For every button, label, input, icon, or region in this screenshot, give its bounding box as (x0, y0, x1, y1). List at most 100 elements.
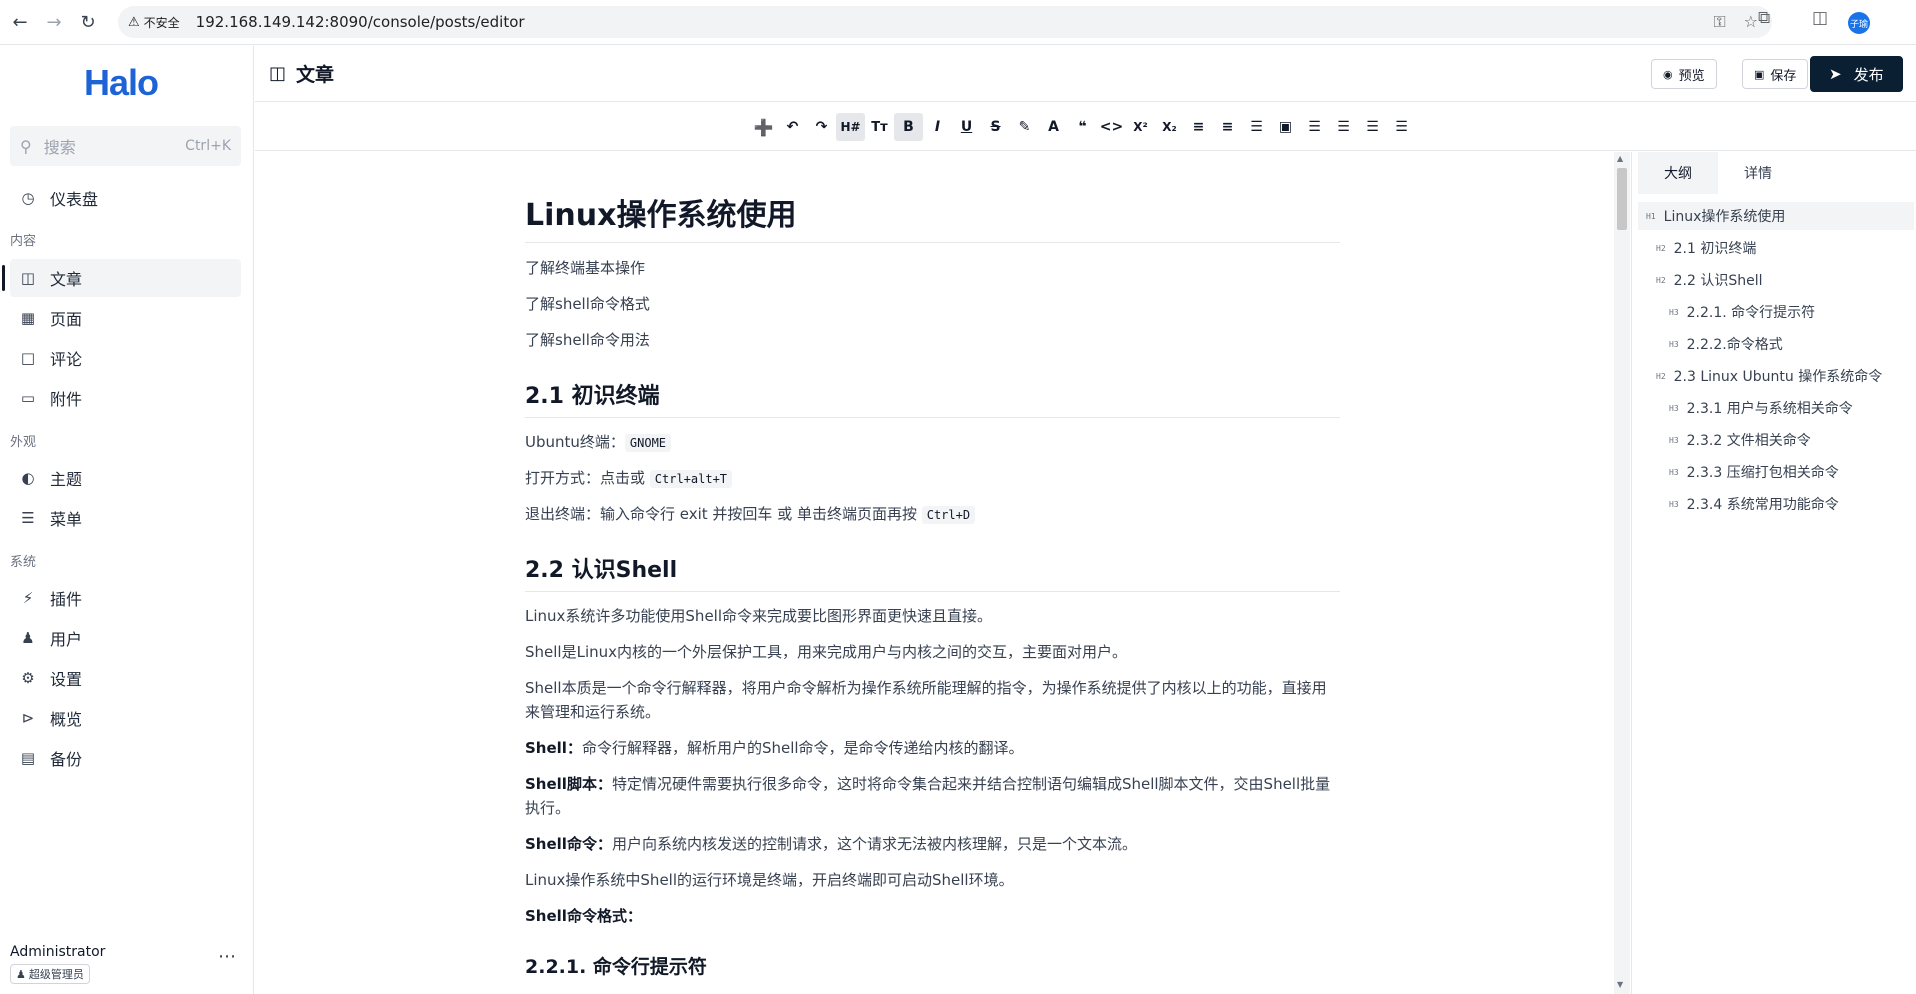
paragraph[interactable]: 退出终端：输入命令行 exit 并按回车 或 单击终端页面再按 Ctrl+D (525, 502, 1340, 527)
sidebar-item-dashboard[interactable]: ◷ 仪表盘 (10, 179, 241, 217)
outline-item-h3[interactable]: H3 2.2.1. 命令行提示符 (1669, 298, 1815, 326)
halo-logo[interactable]: Halo (84, 62, 159, 104)
bold-text: Shell： (525, 739, 582, 757)
extensions-icon[interactable]: ⧉ (1758, 8, 1770, 28)
preview-button[interactable]: ◉ 预览 (1651, 59, 1717, 89)
scroll-down-icon[interactable]: ▼ (1617, 980, 1623, 989)
highlight-icon[interactable]: ✎ (1010, 113, 1039, 141)
paragraph[interactable]: Shell本质是一个命令行解释器，将用户命令解析为操作系统所能理解的指令，为操作… (525, 676, 1340, 724)
redo-icon[interactable]: ↷ (807, 113, 836, 141)
underline-icon[interactable]: U (952, 113, 981, 141)
sidebar: Halo ⚲ 搜索 Ctrl+K ◷ 仪表盘 内容 ◫ 文章 ▦ 页面 □ 评论… (0, 46, 254, 994)
comment-icon: □ (20, 349, 36, 367)
subscript-icon[interactable]: X₂ (1155, 113, 1184, 141)
outline-item-h3[interactable]: H3 2.3.2 文件相关命令 (1669, 426, 1811, 454)
paragraph[interactable]: 了解shell命令格式 (525, 292, 1340, 316)
paragraph[interactable]: Linux操作系统中Shell的运行环境是终端，开启终端即可启动Shell环境。 (525, 868, 1340, 892)
save-icon: ▣ (1754, 67, 1765, 81)
font-color-icon[interactable]: A (1039, 113, 1068, 141)
more-options-icon[interactable]: ⋯ (218, 946, 236, 967)
strikethrough-icon[interactable]: S (981, 113, 1010, 141)
paragraph[interactable]: Shell是Linux内核的一个外层保护工具，用来完成用户与内核之间的交互，主要… (525, 640, 1340, 664)
sidebar-item-overview[interactable]: ⊳ 概览 (10, 699, 241, 737)
sidebar-item-menus[interactable]: ☰ 菜单 (10, 499, 241, 537)
paragraph[interactable]: Shell命令：用户向系统内核发送的控制请求，这个请求无法被内核理解，只是一个文… (525, 832, 1340, 856)
sidebar-item-comments[interactable]: □ 评论 (10, 339, 241, 377)
editor-canvas[interactable]: Linux操作系统使用 了解终端基本操作 了解shell命令格式 了解shell… (255, 152, 1613, 994)
sidebar-item-attachments[interactable]: ▭ 附件 (10, 379, 241, 417)
search-box[interactable]: ⚲ 搜索 Ctrl+K (10, 126, 241, 166)
sidepanel-icon[interactable]: ◫ (1812, 8, 1828, 28)
outline-item-h3[interactable]: H3 2.2.2.命令格式 (1669, 330, 1783, 358)
outline-item-h2[interactable]: H2 2.3 Linux Ubuntu 操作系统命令 (1656, 362, 1882, 390)
heading-2-2[interactable]: 2.2 认识Shell (525, 552, 1340, 592)
ordered-list-icon[interactable]: ≡ (1213, 113, 1242, 141)
add-block-icon[interactable]: ➕ (749, 113, 778, 141)
sidebar-item-posts[interactable]: ◫ 文章 (2, 259, 241, 297)
blockquote-icon[interactable]: ❝ (1068, 113, 1097, 141)
publish-button[interactable]: ➤ 发布 (1810, 56, 1903, 92)
reload-icon[interactable]: ↻ (74, 8, 102, 36)
heading-2-2-1[interactable]: 2.2.1. 命令行提示符 (525, 952, 707, 979)
paragraph[interactable]: Shell命令格式： (525, 904, 1340, 928)
task-list-icon[interactable]: ☰ (1242, 113, 1271, 141)
superscript-icon[interactable]: X² (1126, 113, 1155, 141)
sidebar-item-settings[interactable]: ⚙ 设置 (10, 659, 241, 697)
outline-item-h1[interactable]: H1 Linux操作系统使用 (1638, 202, 1914, 230)
tab-details[interactable]: 详情 (1718, 152, 1798, 194)
text-size-icon[interactable]: Tт (865, 113, 894, 141)
save-label: 保存 (1770, 68, 1797, 84)
paragraph[interactable]: Ubuntu终端： GNOME (525, 430, 1340, 455)
profile-avatar[interactable]: 子瑜 (1848, 12, 1870, 34)
sidebar-item-themes[interactable]: ◐ 主题 (10, 459, 241, 497)
code-icon[interactable]: <> (1097, 113, 1126, 141)
align-center-icon[interactable]: ☰ (1329, 113, 1358, 141)
url-text[interactable]: 192.168.149.142:8090/console/posts/edito… (196, 13, 525, 31)
bullet-list-icon[interactable]: ≡ (1184, 113, 1213, 141)
sidebar-item-users[interactable]: ♟ 用户 (10, 619, 241, 657)
paragraph[interactable]: 了解shell命令用法 (525, 328, 1340, 352)
paragraph[interactable]: 了解终端基本操作 (525, 256, 1340, 280)
dashboard-icon: ◷ (21, 189, 35, 207)
paragraph[interactable]: Shell脚本：特定情况硬件需要执行很多命令，这时将命令集合起来并结合控制语句编… (525, 772, 1340, 820)
key-icon[interactable]: ⚿ (1713, 12, 1725, 32)
outline-item-h2[interactable]: H2 2.2 认识Shell (1656, 266, 1763, 294)
outline-item-h2[interactable]: H2 2.1 初识终端 (1656, 234, 1756, 262)
align-right-icon[interactable]: ☰ (1358, 113, 1387, 141)
sidebar-item-pages[interactable]: ▦ 页面 (10, 299, 241, 337)
address-bar[interactable]: ⚠ 不安全 192.168.149.142:8090/console/posts… (118, 6, 1772, 38)
heading-icon[interactable]: H# (836, 113, 865, 141)
code-block-icon[interactable]: ▣ (1271, 113, 1300, 141)
editor-scrollbar[interactable]: ▲ ▼ (1614, 152, 1630, 994)
paragraph[interactable]: Shell：命令行解释器，解析用户的Shell命令，是命令传递给内核的翻译。 (525, 736, 1340, 760)
save-button[interactable]: ▣ 保存 (1742, 59, 1809, 89)
heading-level-badge: H1 (1646, 211, 1656, 221)
scroll-up-icon[interactable]: ▲ (1617, 154, 1623, 163)
security-indicator[interactable]: ⚠ 不安全 (128, 14, 180, 31)
sidebar-item-plugins[interactable]: ⚡ 插件 (10, 579, 241, 617)
doc-title[interactable]: Linux操作系统使用 (525, 190, 1340, 243)
italic-icon[interactable]: I (923, 113, 952, 141)
terminal-icon: ⊳ (21, 709, 35, 727)
preview-label: 预览 (1678, 68, 1705, 84)
sidebar-item-label: 页面 (50, 310, 83, 329)
forward-icon[interactable]: → (40, 8, 68, 36)
nav-group-content: 内容 (10, 234, 37, 249)
pages-icon: ▦ (20, 309, 36, 327)
sidebar-item-backup[interactable]: ▤ 备份 (10, 739, 241, 777)
bold-icon[interactable]: B (894, 113, 923, 141)
outline-item-h3[interactable]: H3 2.3.1 用户与系统相关命令 (1669, 394, 1853, 422)
bookmark-star-icon[interactable]: ☆ (1744, 12, 1758, 32)
outline-item-h3[interactable]: H3 2.3.4 系统常用功能命令 (1669, 490, 1839, 518)
back-icon[interactable]: ← (6, 8, 34, 36)
undo-icon[interactable]: ↶ (778, 113, 807, 141)
paragraph[interactable]: Linux系统许多功能使用Shell命令来完成要比图形界面更快速且直接。 (525, 604, 1340, 628)
eye-icon: ◉ (1663, 67, 1673, 81)
heading-2-1[interactable]: 2.1 初识终端 (525, 378, 1340, 418)
paragraph[interactable]: 打开方式：点击或 Ctrl+alt+T (525, 466, 1340, 491)
tab-outline[interactable]: 大纲 (1638, 152, 1718, 194)
scrollbar-thumb[interactable] (1617, 168, 1627, 230)
align-left-icon[interactable]: ☰ (1300, 113, 1329, 141)
outline-item-h3[interactable]: H3 2.3.3 压缩打包相关命令 (1669, 458, 1839, 486)
align-justify-icon[interactable]: ☰ (1387, 113, 1416, 141)
